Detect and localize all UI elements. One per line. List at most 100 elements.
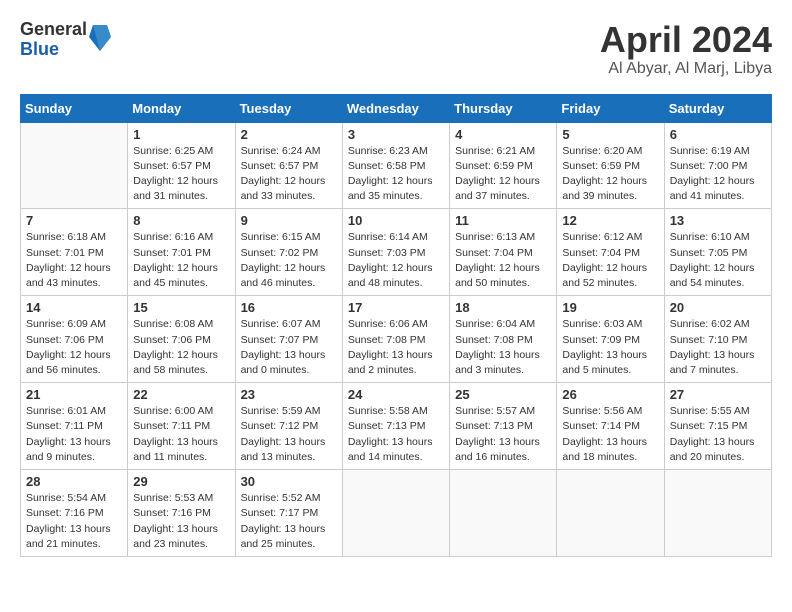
day-number: 1 — [133, 127, 229, 142]
day-info: Sunrise: 5:54 AM Sunset: 7:16 PM Dayligh… — [26, 491, 122, 552]
day-number: 24 — [348, 387, 444, 402]
day-number: 21 — [26, 387, 122, 402]
day-info: Sunrise: 5:58 AM Sunset: 7:13 PM Dayligh… — [348, 404, 444, 465]
calendar-week-5: 28 Sunrise: 5:54 AM Sunset: 7:16 PM Dayli… — [21, 470, 772, 557]
calendar-cell: 28 Sunrise: 5:54 AM Sunset: 7:16 PM Dayli… — [21, 470, 128, 557]
calendar-cell: 3 Sunrise: 6:23 AM Sunset: 6:58 PM Daylig… — [342, 122, 449, 209]
day-number: 6 — [670, 127, 766, 142]
calendar-cell: 14Sunrise: 6:09 AM Sunset: 7:06 PM Dayli… — [21, 296, 128, 383]
calendar-week-3: 14Sunrise: 6:09 AM Sunset: 7:06 PM Dayli… — [21, 296, 772, 383]
day-info: Sunrise: 5:53 AM Sunset: 7:16 PM Dayligh… — [133, 491, 229, 552]
calendar-table: SundayMondayTuesdayWednesdayThursdayFrid… — [20, 94, 772, 557]
calendar-cell: 13 Sunrise: 6:10 AM Sunset: 7:05 PM Dayli… — [664, 209, 771, 296]
day-number: 12 — [562, 213, 658, 228]
day-info: Sunrise: 6:20 AM Sunset: 6:59 PM Dayligh… — [562, 144, 658, 205]
calendar-cell: 5Sunrise: 6:20 AM Sunset: 6:59 PM Daylig… — [557, 122, 664, 209]
logo-icon — [89, 23, 111, 56]
weekday-header-tuesday: Tuesday — [235, 94, 342, 122]
day-info: Sunrise: 6:08 AM Sunset: 7:06 PM Dayligh… — [133, 317, 229, 378]
day-number: 7 — [26, 213, 122, 228]
weekday-header-sunday: Sunday — [21, 94, 128, 122]
day-info: Sunrise: 5:57 AM Sunset: 7:13 PM Dayligh… — [455, 404, 551, 465]
day-number: 14 — [26, 300, 122, 315]
day-number: 3 — [348, 127, 444, 142]
calendar-cell: 7 Sunrise: 6:18 AM Sunset: 7:01 PM Daylig… — [21, 209, 128, 296]
day-info: Sunrise: 5:55 AM Sunset: 7:15 PM Dayligh… — [670, 404, 766, 465]
weekday-header-row: SundayMondayTuesdayWednesdayThursdayFrid… — [21, 94, 772, 122]
calendar-cell — [450, 470, 557, 557]
day-number: 25 — [455, 387, 551, 402]
day-number: 18 — [455, 300, 551, 315]
day-number: 29 — [133, 474, 229, 489]
day-number: 19 — [562, 300, 658, 315]
weekday-header-wednesday: Wednesday — [342, 94, 449, 122]
month-title: April 2024 — [600, 20, 772, 60]
day-number: 9 — [241, 213, 337, 228]
calendar-week-4: 21 Sunrise: 6:01 AM Sunset: 7:11 PM Dayli… — [21, 383, 772, 470]
calendar-cell — [557, 470, 664, 557]
calendar-cell: 26Sunrise: 5:56 AM Sunset: 7:14 PM Dayli… — [557, 383, 664, 470]
day-number: 27 — [670, 387, 766, 402]
weekday-header-friday: Friday — [557, 94, 664, 122]
day-info: Sunrise: 6:10 AM Sunset: 7:05 PM Dayligh… — [670, 230, 766, 291]
page-header: General Blue April 2024 Al Abyar, Al Mar… — [20, 20, 772, 78]
calendar-cell: 2 Sunrise: 6:24 AM Sunset: 6:57 PM Daylig… — [235, 122, 342, 209]
calendar-cell: 17 Sunrise: 6:06 AM Sunset: 7:08 PM Dayli… — [342, 296, 449, 383]
day-info: Sunrise: 5:52 AM Sunset: 7:17 PM Dayligh… — [241, 491, 337, 552]
day-info: Sunrise: 6:15 AM Sunset: 7:02 PM Dayligh… — [241, 230, 337, 291]
weekday-header-thursday: Thursday — [450, 94, 557, 122]
calendar-cell: 16 Sunrise: 6:07 AM Sunset: 7:07 PM Dayli… — [235, 296, 342, 383]
calendar-body: 1 Sunrise: 6:25 AM Sunset: 6:57 PM Daylig… — [21, 122, 772, 556]
logo: General Blue — [20, 20, 111, 60]
day-info: Sunrise: 6:00 AM Sunset: 7:11 PM Dayligh… — [133, 404, 229, 465]
day-number: 4 — [455, 127, 551, 142]
day-info: Sunrise: 6:12 AM Sunset: 7:04 PM Dayligh… — [562, 230, 658, 291]
day-info: Sunrise: 6:24 AM Sunset: 6:57 PM Dayligh… — [241, 144, 337, 205]
calendar-week-1: 1 Sunrise: 6:25 AM Sunset: 6:57 PM Daylig… — [21, 122, 772, 209]
calendar-cell: 25 Sunrise: 5:57 AM Sunset: 7:13 PM Dayli… — [450, 383, 557, 470]
calendar-cell: 22 Sunrise: 6:00 AM Sunset: 7:11 PM Dayli… — [128, 383, 235, 470]
day-number: 15 — [133, 300, 229, 315]
calendar-cell — [342, 470, 449, 557]
calendar-cell: 6Sunrise: 6:19 AM Sunset: 7:00 PM Daylig… — [664, 122, 771, 209]
location-title: Al Abyar, Al Marj, Libya — [600, 60, 772, 78]
day-number: 8 — [133, 213, 229, 228]
day-number: 22 — [133, 387, 229, 402]
calendar-cell: 4 Sunrise: 6:21 AM Sunset: 6:59 PM Daylig… — [450, 122, 557, 209]
day-info: Sunrise: 6:03 AM Sunset: 7:09 PM Dayligh… — [562, 317, 658, 378]
calendar-cell: 23Sunrise: 5:59 AM Sunset: 7:12 PM Dayli… — [235, 383, 342, 470]
day-info: Sunrise: 6:23 AM Sunset: 6:58 PM Dayligh… — [348, 144, 444, 205]
day-number: 2 — [241, 127, 337, 142]
day-number: 20 — [670, 300, 766, 315]
calendar-cell: 27 Sunrise: 5:55 AM Sunset: 7:15 PM Dayli… — [664, 383, 771, 470]
day-info: Sunrise: 6:21 AM Sunset: 6:59 PM Dayligh… — [455, 144, 551, 205]
calendar-cell: 15 Sunrise: 6:08 AM Sunset: 7:06 PM Dayli… — [128, 296, 235, 383]
calendar-cell: 8Sunrise: 6:16 AM Sunset: 7:01 PM Daylig… — [128, 209, 235, 296]
day-number: 26 — [562, 387, 658, 402]
calendar-cell: 11 Sunrise: 6:13 AM Sunset: 7:04 PM Dayli… — [450, 209, 557, 296]
day-number: 11 — [455, 213, 551, 228]
title-block: April 2024 Al Abyar, Al Marj, Libya — [600, 20, 772, 78]
day-info: Sunrise: 6:18 AM Sunset: 7:01 PM Dayligh… — [26, 230, 122, 291]
day-info: Sunrise: 6:07 AM Sunset: 7:07 PM Dayligh… — [241, 317, 337, 378]
day-number: 13 — [670, 213, 766, 228]
day-info: Sunrise: 6:25 AM Sunset: 6:57 PM Dayligh… — [133, 144, 229, 205]
day-info: Sunrise: 6:01 AM Sunset: 7:11 PM Dayligh… — [26, 404, 122, 465]
day-number: 17 — [348, 300, 444, 315]
calendar-cell: 1 Sunrise: 6:25 AM Sunset: 6:57 PM Daylig… — [128, 122, 235, 209]
day-info: Sunrise: 6:04 AM Sunset: 7:08 PM Dayligh… — [455, 317, 551, 378]
day-number: 16 — [241, 300, 337, 315]
day-info: Sunrise: 5:59 AM Sunset: 7:12 PM Dayligh… — [241, 404, 337, 465]
calendar-cell: 20Sunrise: 6:02 AM Sunset: 7:10 PM Dayli… — [664, 296, 771, 383]
calendar-cell: 24 Sunrise: 5:58 AM Sunset: 7:13 PM Dayli… — [342, 383, 449, 470]
day-info: Sunrise: 6:06 AM Sunset: 7:08 PM Dayligh… — [348, 317, 444, 378]
calendar-cell: 12 Sunrise: 6:12 AM Sunset: 7:04 PM Dayli… — [557, 209, 664, 296]
day-number: 28 — [26, 474, 122, 489]
calendar-cell: 29 Sunrise: 5:53 AM Sunset: 7:16 PM Dayli… — [128, 470, 235, 557]
day-info: Sunrise: 6:14 AM Sunset: 7:03 PM Dayligh… — [348, 230, 444, 291]
weekday-header-monday: Monday — [128, 94, 235, 122]
calendar-cell: 10Sunrise: 6:14 AM Sunset: 7:03 PM Dayli… — [342, 209, 449, 296]
weekday-header-saturday: Saturday — [664, 94, 771, 122]
calendar-header: SundayMondayTuesdayWednesdayThursdayFrid… — [21, 94, 772, 122]
day-info: Sunrise: 6:13 AM Sunset: 7:04 PM Dayligh… — [455, 230, 551, 291]
